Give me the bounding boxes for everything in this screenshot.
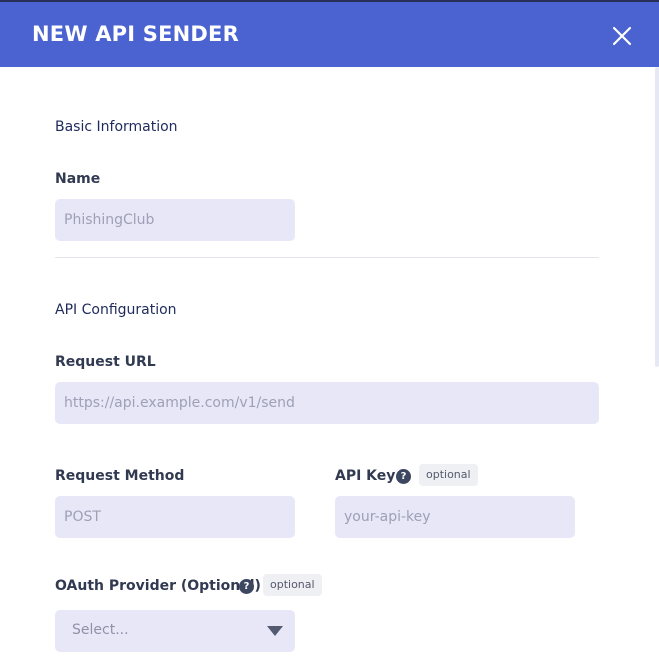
name-label: Name <box>55 171 101 187</box>
section-divider <box>55 257 599 258</box>
request-method-input[interactable] <box>55 496 295 538</box>
oauth-provider-label: OAuth Provider (Optional) <box>55 578 261 594</box>
modal-title: NEW API SENDER <box>32 22 239 46</box>
section-title-basic: Basic Information <box>55 119 178 135</box>
modal-header: NEW API SENDER <box>0 2 659 67</box>
request-method-label: Request Method <box>55 468 185 484</box>
close-icon[interactable] <box>610 24 634 48</box>
scrollbar[interactable] <box>655 67 659 367</box>
help-icon[interactable]: ? <box>396 469 411 484</box>
api-key-input[interactable] <box>335 496 575 538</box>
help-icon[interactable]: ? <box>239 579 254 594</box>
request-url-input[interactable] <box>55 382 599 424</box>
optional-badge: optional <box>419 464 478 486</box>
request-url-label: Request URL <box>55 354 156 370</box>
chevron-down-icon <box>267 626 283 636</box>
section-title-api: API Configuration <box>55 302 177 318</box>
optional-badge: optional <box>263 574 322 596</box>
name-input[interactable] <box>55 199 295 241</box>
api-key-label: API Key <box>335 468 396 484</box>
oauth-provider-select[interactable]: Select... <box>55 610 295 652</box>
select-value: Select... <box>72 622 129 638</box>
new-api-sender-modal: NEW API SENDER Basic Information Name AP… <box>0 2 659 659</box>
